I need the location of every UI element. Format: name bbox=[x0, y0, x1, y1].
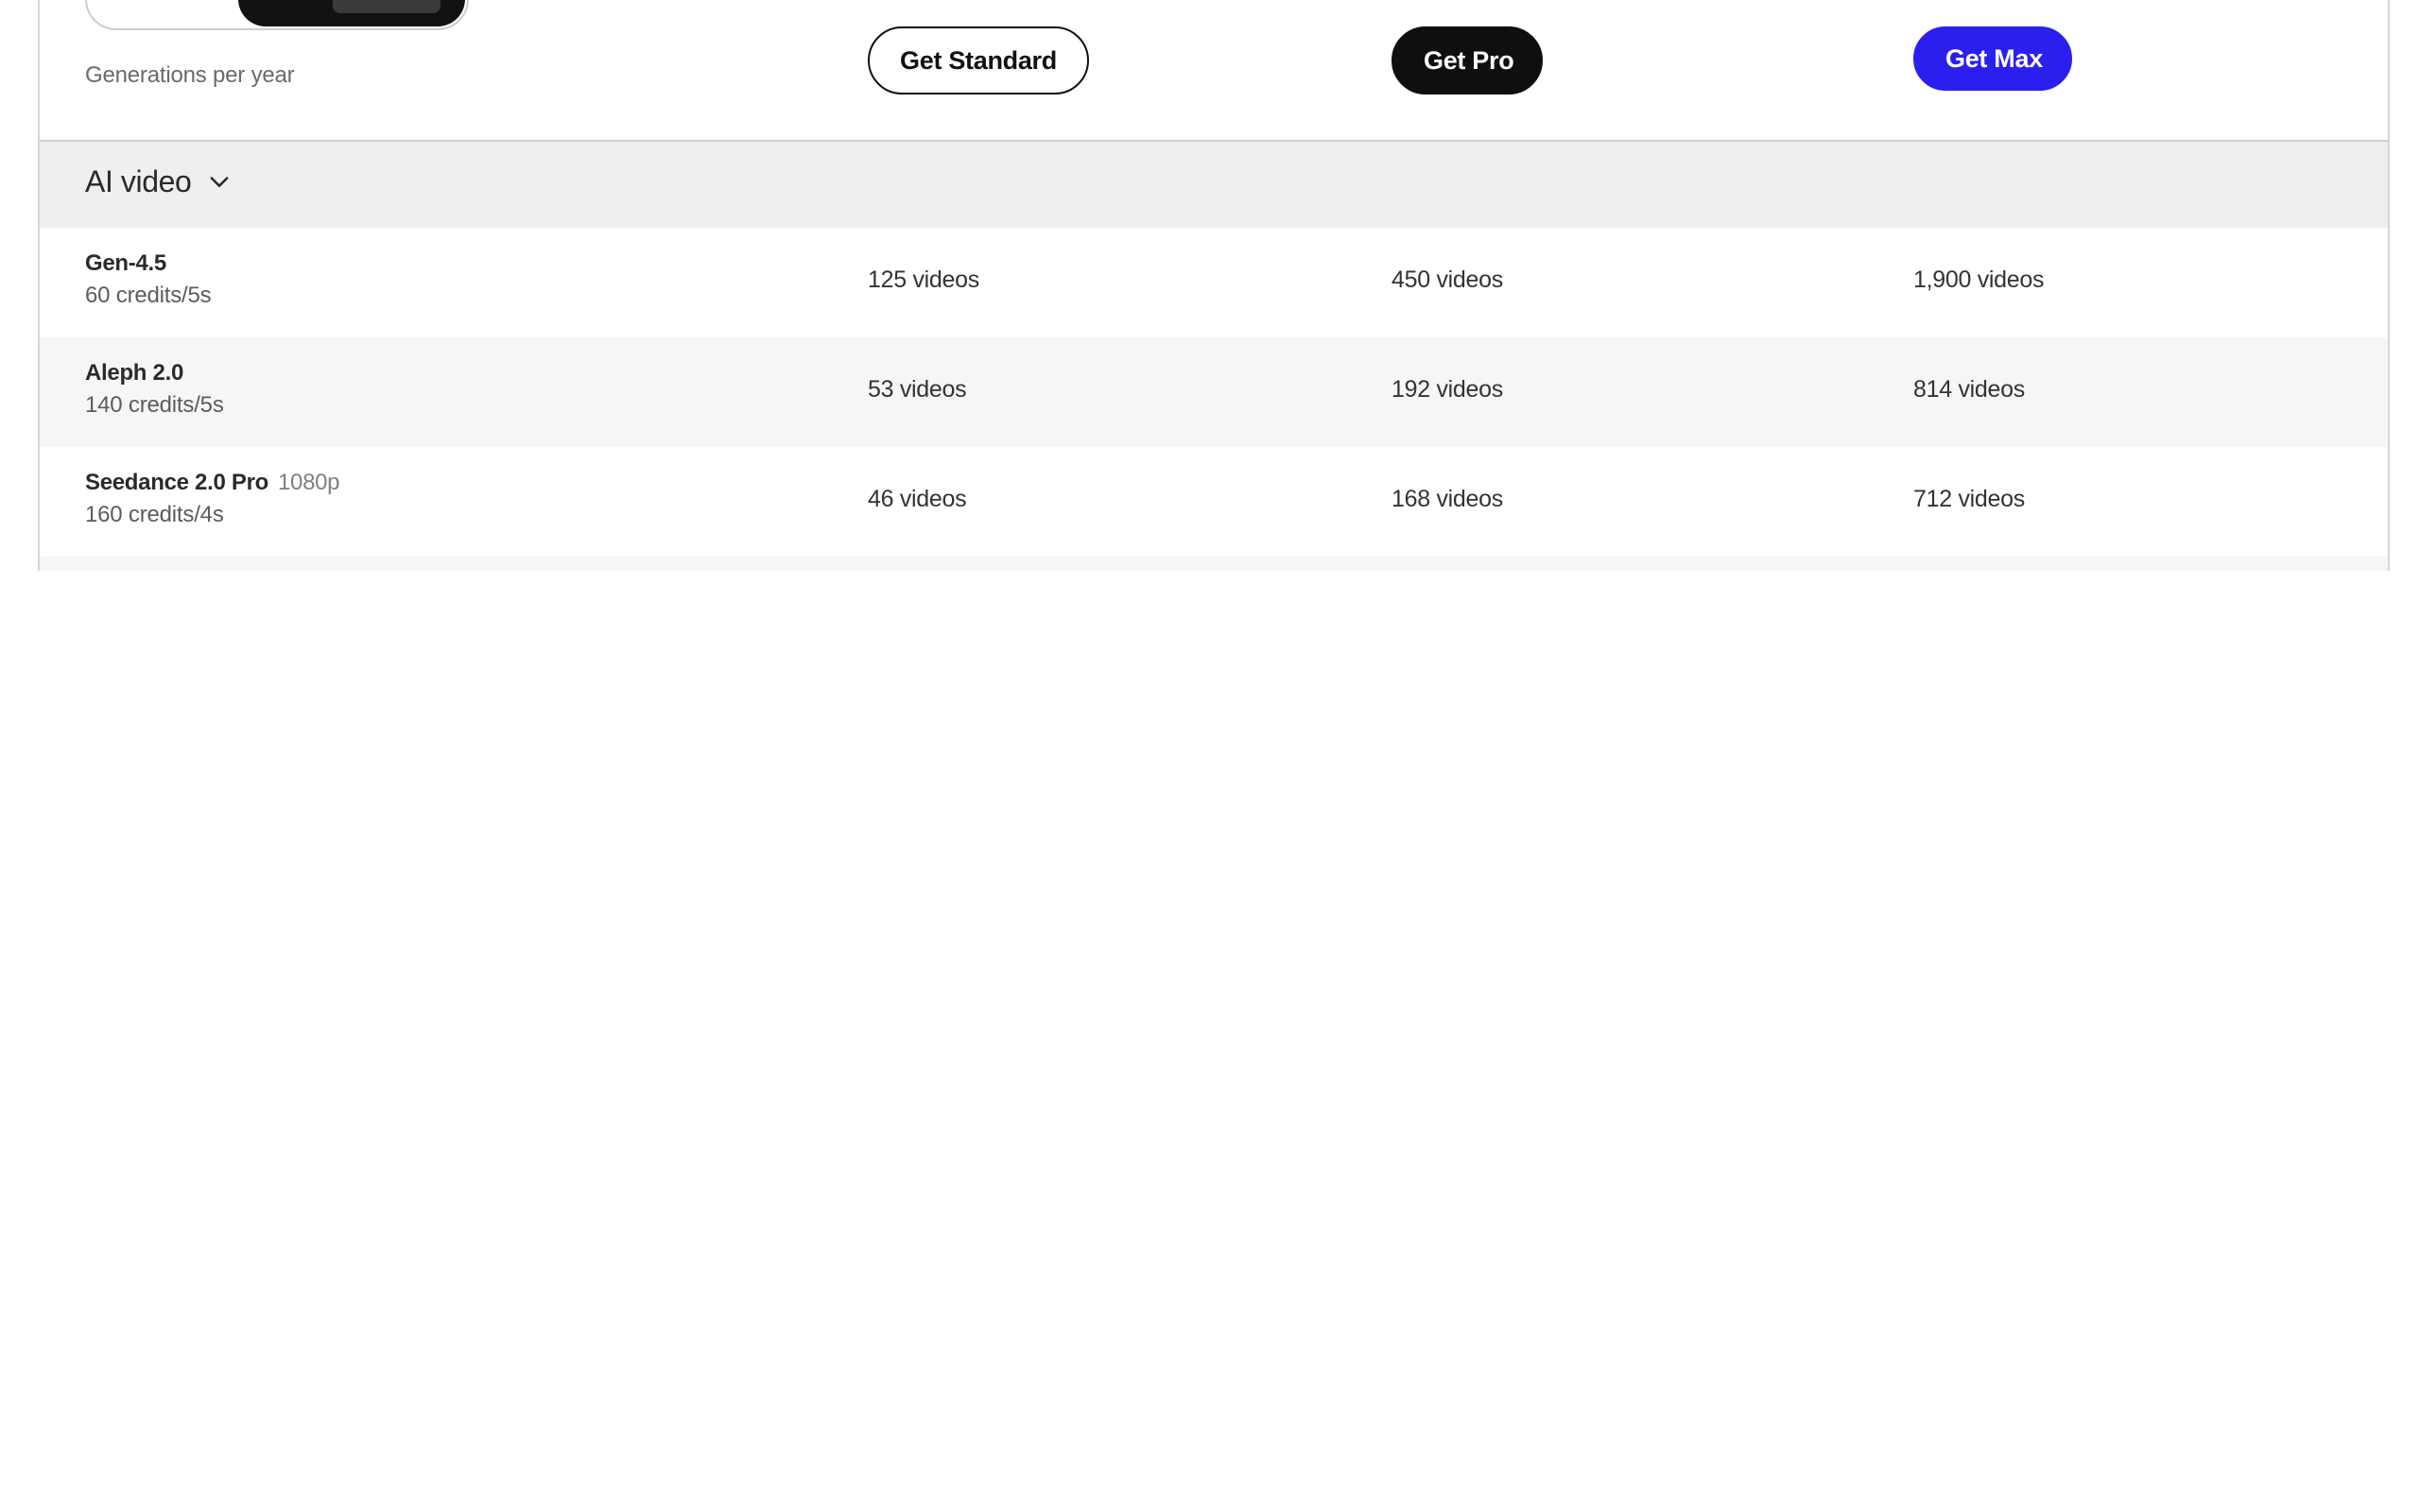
pro-videos-value: 192 videos bbox=[1392, 376, 1503, 403]
billing-option-yearly[interactable] bbox=[238, 0, 465, 26]
model-name: Seedance 2.0 Pro 1080p bbox=[85, 470, 340, 495]
max-videos-value: 814 videos bbox=[1913, 376, 2025, 403]
section-title: AI video bbox=[85, 164, 192, 198]
table-row: Aleph 2.0 140 credits/5s 53 videos 192 v… bbox=[40, 337, 2388, 447]
get-standard-button[interactable]: Get Standard bbox=[868, 26, 1089, 94]
model-resolution: 1080p bbox=[277, 470, 340, 495]
standard-videos-value: 125 videos bbox=[868, 266, 979, 293]
max-videos-value: 712 videos bbox=[1913, 486, 2025, 512]
model-credits: 60 credits/5s bbox=[85, 283, 212, 308]
table-row: Seedance 2.0 Pro 1080p 160 credits/4s 46 … bbox=[40, 447, 2388, 557]
section-header-ai-video[interactable]: AI video bbox=[40, 142, 2388, 228]
billing-period-toggle[interactable] bbox=[85, 0, 469, 30]
model-credits: 140 credits/5s bbox=[85, 392, 224, 418]
get-max-button[interactable]: Get Max bbox=[1913, 26, 2072, 91]
pricing-comparison-table: Generations per year Get Standard Get Pr… bbox=[38, 0, 2390, 571]
model-name: Aleph 2.0 bbox=[85, 360, 183, 386]
standard-videos-value: 46 videos bbox=[868, 486, 967, 512]
get-pro-button[interactable]: Get Pro bbox=[1392, 26, 1543, 94]
model-credits: 160 credits/4s bbox=[85, 502, 224, 527]
chevron-down-icon[interactable] bbox=[206, 168, 233, 195]
plan-header-row: Generations per year Get Standard Get Pr… bbox=[40, 0, 2388, 142]
table-row-partial bbox=[40, 557, 2388, 571]
model-name: Gen-4.5 bbox=[85, 250, 166, 276]
pro-videos-value: 450 videos bbox=[1392, 266, 1503, 293]
discount-badge bbox=[333, 0, 441, 13]
pro-videos-value: 168 videos bbox=[1392, 486, 1503, 512]
table-row: Gen-4.5 60 credits/5s 125 videos 450 vid… bbox=[40, 228, 2388, 337]
max-videos-value: 1,900 videos bbox=[1913, 266, 2045, 293]
generations-per-year-label: Generations per year bbox=[85, 62, 295, 88]
standard-videos-value: 53 videos bbox=[868, 376, 967, 403]
